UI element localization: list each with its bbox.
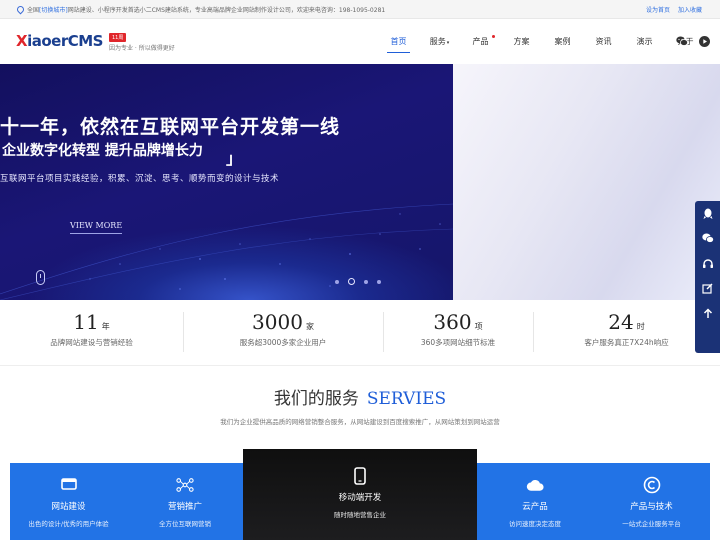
service-card-tech[interactable]: 产品与技术 一站式企业服务平台 bbox=[593, 463, 710, 540]
main-nav: 首页 服务▾ 产品 方案 案例 资讯 演示 关于 bbox=[378, 19, 706, 64]
slide-dot[interactable] bbox=[364, 279, 368, 284]
network-icon bbox=[176, 476, 194, 494]
nav-demo[interactable]: 演示 bbox=[624, 19, 665, 64]
anniversary-badge: 11周 bbox=[109, 33, 127, 42]
slide-dot[interactable] bbox=[377, 279, 381, 284]
card-title: 产品与技术 bbox=[630, 502, 673, 512]
view-more-button[interactable]: VIEW MORE bbox=[70, 221, 123, 234]
card-subtitle: 出色的设计/优秀的用户体验 bbox=[28, 520, 109, 528]
set-home-link[interactable]: 设为首页 bbox=[646, 5, 670, 14]
wechat-icon[interactable] bbox=[695, 226, 720, 251]
chevron-down-icon: ▾ bbox=[446, 40, 450, 46]
stat-item: 360 项 360多项网站细节标准 bbox=[383, 300, 533, 365]
cloud-icon bbox=[526, 476, 544, 494]
site-logo[interactable]: XiaoerCMS bbox=[16, 32, 103, 50]
slide-dots bbox=[335, 278, 381, 285]
service-cards: 网站建设 出色的设计/优秀的用户体验 营销推广 全方位互联网营销 移动端开发 随… bbox=[10, 449, 710, 540]
card-subtitle: 一站式企业服务平台 bbox=[622, 520, 681, 528]
stat-unit: 年 bbox=[101, 322, 110, 331]
qq-icon[interactable] bbox=[695, 201, 720, 226]
card-title: 云产品 bbox=[522, 502, 548, 512]
headset-icon[interactable] bbox=[695, 251, 720, 276]
top-bar: 全国 [切换城市] 网站建设、小程序开发首选小二CMS建站系统，专业高端品牌企业… bbox=[0, 0, 720, 19]
arrow-up-icon[interactable] bbox=[695, 301, 720, 326]
new-dot-badge bbox=[492, 35, 495, 38]
banner-title: 十一年，依然在互联网平台开发第一线 bbox=[0, 116, 341, 138]
header-slogan: 因为专业 · 所以做得更好 bbox=[109, 45, 175, 52]
card-subtitle: 全方位互联网营销 bbox=[159, 520, 211, 528]
services-title-cn: 我们的服务 bbox=[273, 389, 359, 409]
nav-news[interactable]: 资讯 bbox=[583, 19, 624, 64]
stat-item: 11 年 品牌网站建设与营销经验 bbox=[0, 300, 183, 365]
hero-banner: 十一年，依然在互联网平台开发第一线 企业数字化转型 提升品牌增长力 」 互联网平… bbox=[0, 64, 720, 300]
card-title: 营销推广 bbox=[167, 502, 202, 512]
nav-solution[interactable]: 方案 bbox=[501, 19, 542, 64]
service-card-cloud[interactable]: 云产品 访问速度决定态度 bbox=[477, 463, 593, 540]
stat-item: 3000 家 服务超3000多家企业用户 bbox=[183, 300, 383, 365]
play-video-icon[interactable] bbox=[698, 35, 710, 47]
nav-product[interactable]: 产品 bbox=[460, 19, 501, 64]
location-prefix: 全国 bbox=[27, 7, 40, 14]
wechat-icon[interactable] bbox=[676, 35, 688, 47]
stat-number: 360 bbox=[433, 310, 472, 334]
slide-dot[interactable] bbox=[335, 279, 339, 284]
copyright-icon bbox=[643, 476, 661, 494]
switch-city-link[interactable]: [切换城市] bbox=[39, 5, 68, 14]
stat-label: 360多项网站细节标准 bbox=[420, 338, 496, 347]
add-favorite-link[interactable]: 加入收藏 bbox=[678, 5, 702, 14]
monitor-icon bbox=[60, 476, 78, 494]
banner-light-panel bbox=[453, 64, 720, 300]
nav-cases[interactable]: 案例 bbox=[542, 19, 583, 64]
stat-label: 服务超3000多家企业用户 bbox=[239, 338, 327, 347]
stats-bar: 11 年 品牌网站建设与营销经验 3000 家 服务超3000多家企业用户 360 项… bbox=[0, 300, 720, 366]
slide-dot-active[interactable] bbox=[348, 278, 355, 285]
site-intro-text: 网站建设、小程序开发首选小二CMS建站系统，专业高端品牌企业网站制作设计公司，欢… bbox=[67, 7, 386, 14]
location-pin-icon bbox=[15, 4, 26, 15]
services-heading: 我们的服务 SERVIES bbox=[0, 384, 720, 409]
stat-item: 24 时 客户服务真正7X24h响应 bbox=[533, 300, 720, 365]
site-header: XiaoerCMS 11周 因为专业 · 所以做得更好 首页 服务▾ 产品 方案… bbox=[0, 19, 720, 64]
card-subtitle: 随时随地营售企业 bbox=[334, 511, 386, 519]
service-card-marketing[interactable]: 营销推广 全方位互联网营销 bbox=[127, 463, 243, 540]
stat-number: 11 bbox=[73, 310, 99, 334]
floating-contact-bar bbox=[695, 201, 720, 353]
phone-icon bbox=[351, 467, 369, 485]
service-card-mobile[interactable]: 移动端开发 随时随地营售企业 bbox=[243, 449, 477, 540]
service-card-website[interactable]: 网站建设 出色的设计/优秀的用户体验 bbox=[10, 463, 127, 540]
scroll-mouse-icon bbox=[36, 270, 45, 285]
nav-service[interactable]: 服务▾ bbox=[419, 19, 460, 64]
nav-home[interactable]: 首页 bbox=[378, 19, 419, 64]
stat-label: 品牌网站建设与营销经验 bbox=[50, 338, 133, 347]
stat-number: 3000 bbox=[252, 310, 303, 334]
banner-description: 互联网平台项目实践经验，积累、沉淀、思考、顺势而变的设计与技术 bbox=[0, 174, 280, 184]
card-title: 网站建设 bbox=[51, 502, 86, 512]
stat-unit: 时 bbox=[636, 322, 645, 331]
services-title-en: SERVIES bbox=[366, 389, 447, 409]
location-info: 全国 [切换城市] 网站建设、小程序开发首选小二CMS建站系统，专业高端品牌企业… bbox=[15, 4, 386, 15]
banner-bracket: 」 bbox=[226, 149, 243, 168]
edit-icon[interactable] bbox=[695, 276, 720, 301]
services-description: 我们为企业提供高品质的网络营销整合服务，从网站建设到百度搜索推广，从网站策划到网… bbox=[220, 418, 500, 426]
stat-unit: 家 bbox=[305, 322, 314, 331]
stat-label: 客户服务真正7X24h响应 bbox=[584, 338, 669, 347]
stat-unit: 项 bbox=[474, 322, 483, 331]
banner-subtitle: 企业数字化转型 提升品牌增长力 bbox=[2, 143, 203, 159]
card-title: 移动端开发 bbox=[338, 493, 382, 503]
banner-background: 十一年，依然在互联网平台开发第一线 企业数字化转型 提升品牌增长力 」 互联网平… bbox=[0, 64, 453, 300]
stat-number: 24 bbox=[608, 310, 634, 334]
card-subtitle: 访问速度决定态度 bbox=[509, 520, 561, 528]
